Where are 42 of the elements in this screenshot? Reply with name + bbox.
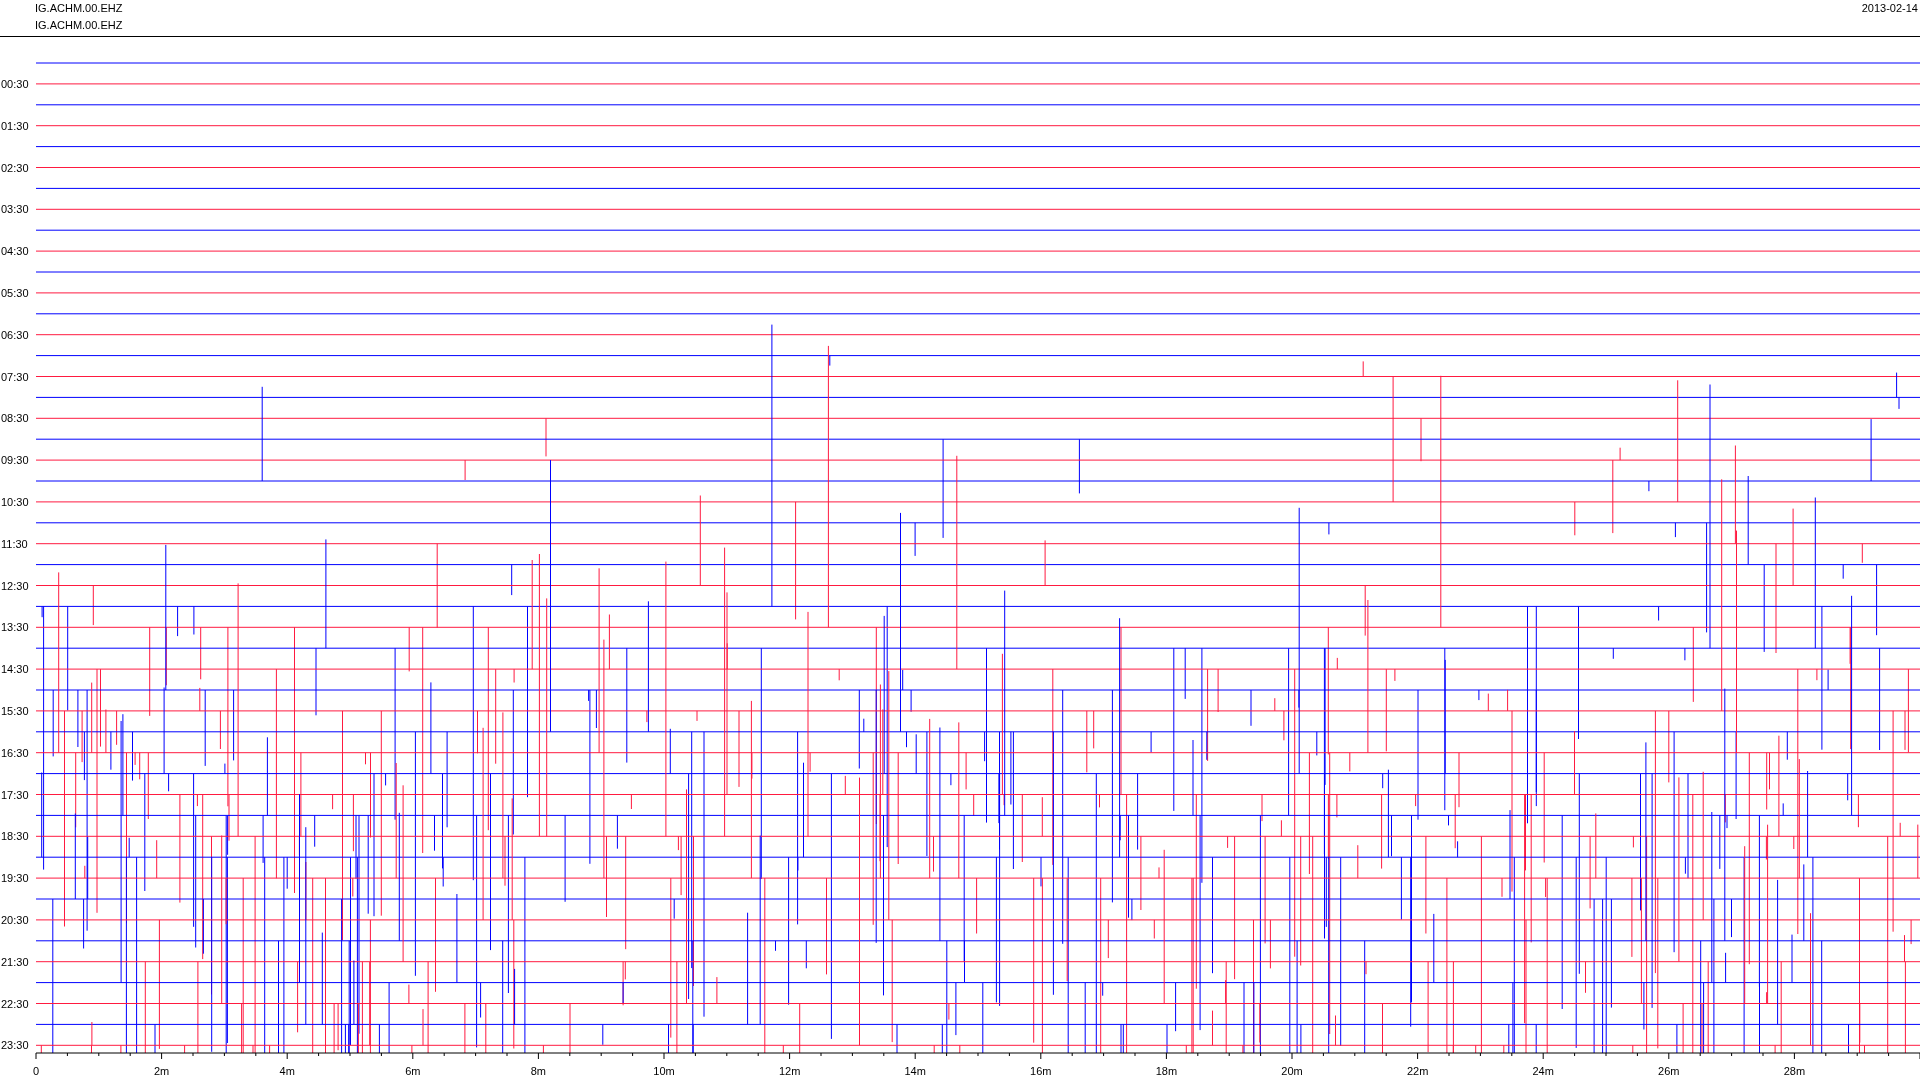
hour-label: 10:30 <box>1 495 29 508</box>
minute-label: 12m <box>778 1065 801 1077</box>
date-label: 2013-02-14 <box>1861 1 1919 16</box>
minute-label: 14m <box>904 1065 926 1077</box>
station-label: IG.ACHM.00.EHZ <box>35 19 123 31</box>
minute-label: 22m <box>1406 1065 1429 1077</box>
minute-label: 0 <box>32 1065 40 1077</box>
hour-label: 08:30 <box>1 412 29 425</box>
hour-label: 05:30 <box>1 286 29 299</box>
minute-label: 28m <box>1783 1065 1806 1077</box>
hour-label: 17:30 <box>1 788 29 801</box>
hour-label: 13:30 <box>1 621 29 634</box>
hour-label: 20:30 <box>1 913 29 926</box>
hour-label: 16:30 <box>1 746 29 759</box>
hour-label: 21:30 <box>1 955 29 968</box>
minute-label: 10m <box>653 1065 675 1077</box>
hour-label: 11:30 <box>1 537 28 550</box>
hour-label: 09:30 <box>1 454 29 467</box>
hour-label: 06:30 <box>1 328 29 341</box>
hour-label: 03:30 <box>1 203 29 216</box>
hour-label: 04:30 <box>1 245 29 258</box>
minute-label: 18m <box>1155 1065 1178 1077</box>
hour-label: 07:30 <box>1 370 29 383</box>
hour-label: 15:30 <box>1 704 29 717</box>
minute-label: 16m <box>1030 1065 1052 1077</box>
minute-label: 20m <box>1281 1065 1303 1077</box>
hour-label: 23:30 <box>1 1039 29 1052</box>
minute-label: 24m <box>1532 1065 1554 1077</box>
minute-label: 4m <box>279 1065 295 1077</box>
minute-label: 8m <box>530 1065 547 1077</box>
hour-label: 01:30 <box>1 119 29 132</box>
hour-label: 18:30 <box>1 830 29 843</box>
minute-label: 2m <box>153 1065 170 1077</box>
minute-label: 26m <box>1658 1065 1680 1077</box>
hour-label: 12:30 <box>1 579 29 592</box>
hour-label: 02:30 <box>1 161 29 174</box>
hour-label: 14:30 <box>1 663 29 676</box>
hour-label: 00:30 <box>1 77 29 90</box>
minute-label: 6m <box>405 1065 421 1077</box>
station-label: IG.ACHM.00.EHZ <box>35 2 123 14</box>
hour-label: 22:30 <box>1 997 29 1010</box>
hour-label: 19:30 <box>1 872 29 885</box>
